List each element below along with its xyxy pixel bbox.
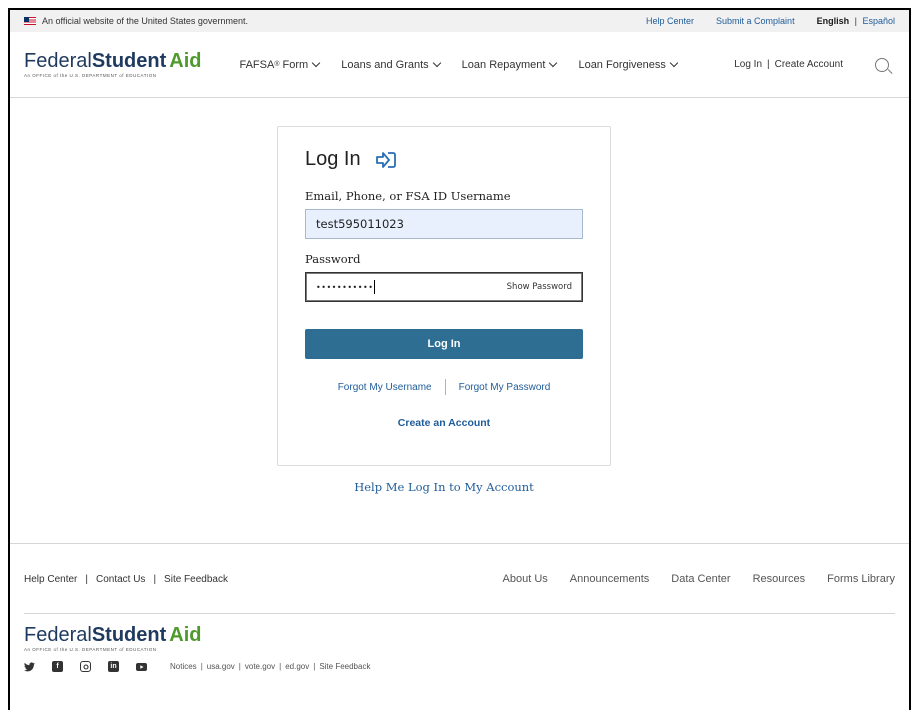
footer-links-row: Help Center | Contact Us | Site Feedback… bbox=[24, 544, 895, 614]
lang-espanol[interactable]: Español bbox=[862, 16, 895, 26]
main-nav: FAFSA ® Form Loans and Grants Loan Repaym… bbox=[239, 59, 698, 71]
facebook-icon[interactable]: f bbox=[52, 661, 63, 672]
twitter-icon[interactable] bbox=[24, 661, 35, 672]
logo-wordmark: FederalStudent Aid bbox=[24, 51, 201, 71]
search-icon[interactable] bbox=[875, 57, 889, 72]
username-value: test595011023 bbox=[316, 217, 404, 231]
notices-link[interactable]: Notices bbox=[170, 662, 197, 671]
forgot-links: Forgot My Username Forgot My Password bbox=[305, 379, 583, 395]
language-switcher: English | Español bbox=[817, 16, 895, 26]
footer-resources-link[interactable]: Resources bbox=[753, 573, 806, 585]
help-center-link[interactable]: Help Center bbox=[646, 16, 694, 26]
gov-banner-links: Help Center Submit a Complaint English |… bbox=[624, 16, 895, 26]
username-label: Email, Phone, or FSA ID Username bbox=[305, 189, 511, 203]
chevron-down-icon bbox=[669, 58, 679, 68]
header-create-account-link[interactable]: Create Account bbox=[775, 59, 843, 70]
footer-logo-aid: Aid bbox=[169, 624, 202, 646]
nav-loan-forgiveness[interactable]: Loan Forgiveness bbox=[578, 58, 679, 71]
nav-fafsa-label: FAFSA bbox=[239, 58, 275, 71]
lang-separator: | bbox=[854, 16, 857, 26]
fsa-logo[interactable]: FederalStudent Aid An OFFICE of the U.S. … bbox=[24, 51, 201, 78]
site-footer: Help Center | Contact Us | Site Feedback… bbox=[10, 543, 909, 672]
site-header: FederalStudent Aid An OFFICE of the U.S. … bbox=[10, 32, 909, 98]
password-label: Password bbox=[305, 252, 361, 266]
gov-banner-text: An official website of the United States… bbox=[42, 16, 248, 26]
footer-logo-federal: Federal bbox=[24, 624, 92, 646]
login-heading: Log In bbox=[305, 148, 583, 171]
votegov-link[interactable]: vote.gov bbox=[245, 662, 275, 671]
logo-student: Student bbox=[91, 50, 167, 72]
forgot-password-link[interactable]: Forgot My Password bbox=[459, 382, 551, 393]
footer-separator: | bbox=[85, 573, 88, 585]
browser-viewport: An official website of the United States… bbox=[8, 8, 911, 710]
login-card: Log In Email, Phone, or FSA ID Username … bbox=[277, 126, 611, 466]
footer-site-feedback-link[interactable]: Site Feedback bbox=[164, 574, 228, 585]
help-login-link[interactable]: Help Me Log In to My Account bbox=[277, 480, 611, 494]
account-links: Log In | Create Account bbox=[734, 57, 895, 72]
show-password-toggle[interactable]: Show Password bbox=[507, 282, 572, 292]
nav-fafsa-form[interactable]: FAFSA ® Form bbox=[239, 58, 321, 71]
legal-links: Notices | usa.gov | vote.gov | ed.gov | … bbox=[170, 662, 370, 671]
logo-aid: Aid bbox=[169, 50, 202, 72]
password-mask: ••••••••••• bbox=[316, 282, 374, 292]
login-submit-button[interactable]: Log In bbox=[305, 329, 583, 359]
footer-fsa-logo[interactable]: FederalStudent Aid An OFFICE of the U.S. … bbox=[24, 625, 895, 652]
edgov-link[interactable]: ed.gov bbox=[285, 662, 309, 671]
submit-complaint-link[interactable]: Submit a Complaint bbox=[716, 16, 795, 26]
gov-banner: An official website of the United States… bbox=[10, 10, 909, 32]
header-login-link[interactable]: Log In bbox=[734, 59, 762, 70]
footer-announcements-link[interactable]: Announcements bbox=[570, 573, 650, 585]
us-flag-icon bbox=[24, 17, 36, 25]
footer-contact-us-link[interactable]: Contact Us bbox=[96, 574, 145, 585]
link-divider bbox=[444, 379, 446, 395]
legal-separator: | bbox=[200, 662, 203, 671]
nav-loan-repayment[interactable]: Loan Repayment bbox=[461, 58, 558, 71]
chevron-down-icon bbox=[432, 58, 441, 68]
instagram-icon[interactable] bbox=[80, 661, 91, 672]
main-content: Log In Email, Phone, or FSA ID Username … bbox=[10, 98, 909, 543]
footer-logo-tagline: An OFFICE of the U.S. DEPARTMENT of EDUC… bbox=[24, 647, 157, 652]
footer-social-row: f in Notices | usa.gov | vote.gov | ed.g… bbox=[24, 661, 895, 672]
lang-english[interactable]: English bbox=[817, 16, 850, 26]
youtube-icon[interactable] bbox=[136, 661, 147, 672]
footer-data-center-link[interactable]: Data Center bbox=[671, 573, 730, 585]
footer-forms-library-link[interactable]: Forms Library bbox=[827, 573, 895, 585]
legal-separator: | bbox=[238, 662, 241, 671]
legal-separator: | bbox=[279, 662, 282, 671]
login-title: Log In bbox=[305, 148, 361, 170]
footer-logo-student: Student bbox=[91, 624, 167, 646]
footer-right-links: About Us Announcements Data Center Resou… bbox=[481, 573, 895, 585]
nav-loans-and-grants[interactable]: Loans and Grants bbox=[341, 58, 441, 71]
footer-separator: | bbox=[153, 573, 157, 585]
forgot-username-link[interactable]: Forgot My Username bbox=[338, 382, 432, 393]
text-caret bbox=[374, 280, 376, 294]
username-input[interactable]: test595011023 bbox=[305, 209, 583, 239]
legal-site-feedback-link[interactable]: Site Feedback bbox=[319, 662, 370, 671]
footer-logo-wordmark: FederalStudent Aid bbox=[24, 625, 895, 645]
account-separator: | bbox=[767, 59, 770, 70]
sign-in-icon bbox=[375, 151, 396, 168]
legal-separator: | bbox=[313, 662, 316, 671]
nav-fafsa-form-label: Form bbox=[279, 58, 309, 71]
footer-divider bbox=[24, 613, 895, 614]
nav-loan-repayment-label: Loan Repayment bbox=[461, 58, 546, 71]
usagov-link[interactable]: usa.gov bbox=[207, 662, 235, 671]
chevron-down-icon bbox=[311, 58, 321, 68]
footer-left-links: Help Center | Contact Us | Site Feedback bbox=[24, 574, 228, 585]
linkedin-icon[interactable]: in bbox=[108, 661, 119, 672]
create-account-link[interactable]: Create an Account bbox=[305, 417, 583, 429]
nav-loan-forgiveness-label: Loan Forgiveness bbox=[578, 58, 666, 71]
logo-tagline: An OFFICE of the U.S. DEPARTMENT of EDUC… bbox=[24, 73, 157, 78]
logo-federal: Federal bbox=[24, 50, 92, 72]
footer-about-us-link[interactable]: About Us bbox=[503, 573, 548, 585]
nav-loans-grants-label: Loans and Grants bbox=[341, 58, 429, 71]
chevron-down-icon bbox=[549, 58, 558, 68]
footer-help-center-link[interactable]: Help Center bbox=[24, 574, 77, 585]
password-input[interactable]: ••••••••••• Show Password bbox=[305, 272, 583, 302]
